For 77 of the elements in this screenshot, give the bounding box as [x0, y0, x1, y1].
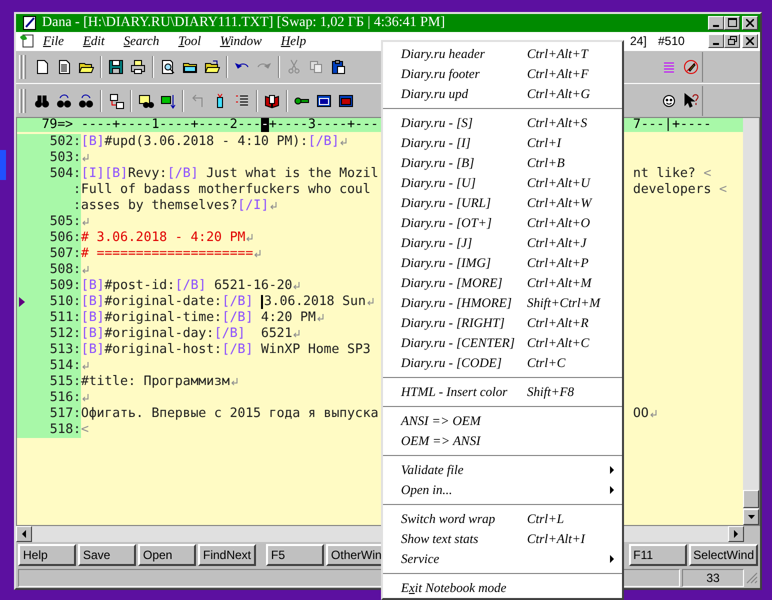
menu-item[interactable]: Diary.ru - [OT+] Ctrl+Alt+O — [383, 213, 622, 233]
menu-item[interactable]: Diary.ru - [MORE] Ctrl+Alt+M — [383, 273, 622, 293]
line-number: 514: — [50, 358, 81, 374]
code-line: [B]#original-host:[/B] WinXP Home SP3 — [81, 342, 371, 358]
menu-item[interactable]: OEM => ANSI — [383, 431, 622, 451]
line-number: 516: — [50, 390, 81, 406]
line-number: : — [73, 182, 81, 198]
window-title: Dana - [H:\DIARY.RU\DIARY111.TXT] [Swap: 1,02 ГБ | 4:36:41 PM] — [42, 14, 446, 31]
line-number: 502: — [50, 134, 81, 150]
code-line: asses by themselves?[/I] — [81, 198, 269, 214]
menu-item[interactable]: Diary.ru - [I] Ctrl+I — [383, 133, 622, 153]
menu-item[interactable]: Diary.ru upd Ctrl+Alt+G — [383, 84, 622, 104]
menu-item[interactable]: Open in... — [383, 480, 622, 500]
line-number: 511: — [50, 310, 81, 326]
line-number: 507: — [50, 246, 81, 262]
line-number: 510: — [50, 294, 81, 310]
line-number: 518: — [50, 422, 81, 438]
column-ruler: 7---|+---- — [633, 118, 712, 132]
code-line: [I][B]Revy:[/B] Just what is the Mozil — [81, 166, 378, 182]
code-line: [B]#original-day:[/B] 6521 — [81, 326, 292, 342]
function-key-button[interactable]: Open — [138, 544, 196, 566]
line-number-info: #510 — [658, 34, 685, 48]
menu-item[interactable]: Tool — [178, 32, 201, 49]
menu-item[interactable]: Diary.ru - [CENTER] Ctrl+Alt+C — [383, 333, 622, 353]
menu-item[interactable]: Diary.ru footer Ctrl+Alt+F — [383, 64, 622, 84]
line-number: 504: — [50, 166, 81, 182]
menu-item[interactable]: Edit — [82, 32, 105, 49]
line-number: 515: — [50, 374, 81, 390]
menu-item[interactable]: Diary.ru - [RIGHT] Ctrl+Alt+R — [383, 313, 622, 333]
function-key-button[interactable]: Save — [78, 544, 136, 566]
code-line: < — [81, 422, 89, 438]
function-key-button[interactable]: Help — [18, 544, 76, 566]
line-number: 513: — [50, 342, 81, 358]
code-line: developers < — [633, 182, 727, 198]
menu-item[interactable]: Diary.ru - [J] Ctrl+Alt+J — [383, 233, 622, 253]
menu-item[interactable]: Help — [280, 32, 306, 49]
menu-item[interactable]: Diary.ru - [B] Ctrl+B — [383, 153, 622, 173]
menu-item[interactable]: ANSI => OEM — [383, 411, 622, 431]
code-line: nt like? < — [633, 166, 712, 182]
menu-item[interactable]: Diary.ru - [URL] Ctrl+Alt+W — [383, 193, 622, 213]
line-number: 512: — [50, 326, 81, 342]
code-line: OO — [633, 406, 649, 422]
function-key-button[interactable]: SelectWind — [689, 544, 758, 566]
line-number: 508: — [50, 262, 81, 278]
line-number: 509: — [50, 278, 81, 294]
menu-item[interactable]: Validate file — [383, 460, 622, 480]
menu-item[interactable]: Diary.ru - [HMORE] Shift+Ctrl+M — [383, 293, 622, 313]
code-line: [B]#upd(3.06.2018 - 4:10 PM):[/B] — [81, 134, 340, 150]
line-number: 505: — [50, 214, 81, 230]
menu-item[interactable]: Diary.ru - [U] Ctrl+Alt+U — [383, 173, 622, 193]
menu-item[interactable]: Window — [220, 32, 262, 49]
function-key-button[interactable]: FindNext — [198, 544, 256, 566]
code-line: [B]#post-id:[/B] 6521-16-20 — [81, 278, 292, 294]
status-field: 33 — [682, 569, 744, 588]
code-line: Офигать. Впервые с 2015 года я выпуска — [81, 406, 378, 422]
position-info: 24] — [630, 34, 647, 48]
function-key-button[interactable]: F5 — [266, 544, 324, 566]
menu-item[interactable]: Switch word wrap Ctrl+L — [383, 509, 622, 529]
menu-item[interactable]: Search — [124, 32, 160, 49]
code-line: [B]#original-time:[/B] 4:20 PM — [81, 310, 316, 326]
line-number: 517: — [50, 406, 81, 422]
menu-item[interactable]: Diary.ru - [IMG] Ctrl+Alt+P — [383, 253, 622, 273]
code-line: Full of badass motherfuckers who coul — [81, 182, 371, 198]
line-number: 503: — [50, 150, 81, 166]
menu-item[interactable]: HTML - Insert color Shift+F8 — [383, 382, 622, 402]
menu-item[interactable]: Diary.ru - [CODE] Ctrl+C — [383, 353, 622, 373]
menu-item[interactable]: File — [43, 32, 64, 49]
function-key-button[interactable]: F11 — [629, 544, 688, 566]
menu-item[interactable]: Diary.ru - [S] Ctrl+Alt+S — [383, 113, 622, 133]
line-number: 506: — [50, 230, 81, 246]
code-line: [B]#original-date:[/B] 3.06.2018 Sun — [81, 294, 366, 310]
code-line: # 3.06.2018 - 4:20 PM — [81, 230, 246, 246]
line-number: : — [73, 198, 81, 214]
code-line: #title: Программизм — [81, 374, 230, 390]
menu-item[interactable]: Diary.ru header Ctrl+Alt+T — [383, 44, 622, 64]
menu-item[interactable]: Exit Notebook mode — [383, 578, 622, 598]
code-line: # ==================== — [81, 246, 254, 262]
